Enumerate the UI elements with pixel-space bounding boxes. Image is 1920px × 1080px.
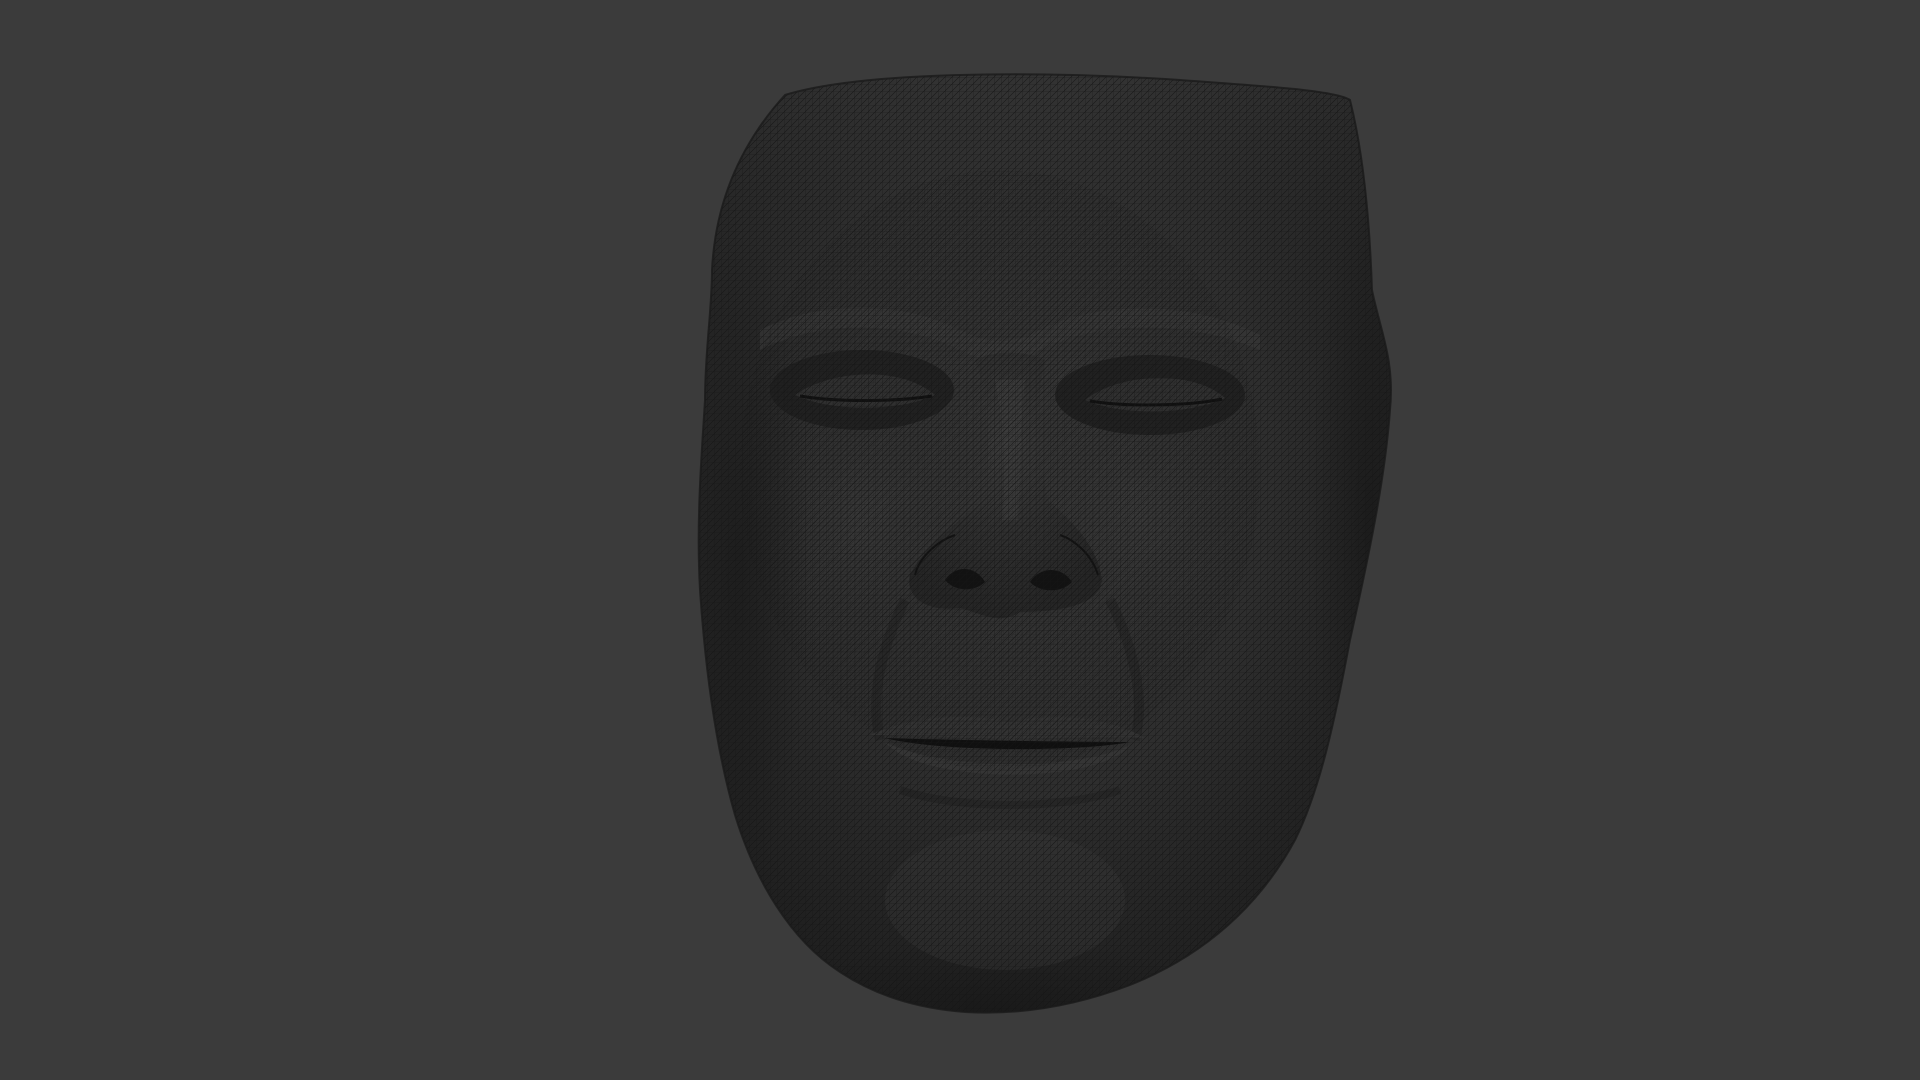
3d-viewport[interactable] [0, 0, 1920, 1080]
face-mesh-render [697, 73, 1392, 1014]
